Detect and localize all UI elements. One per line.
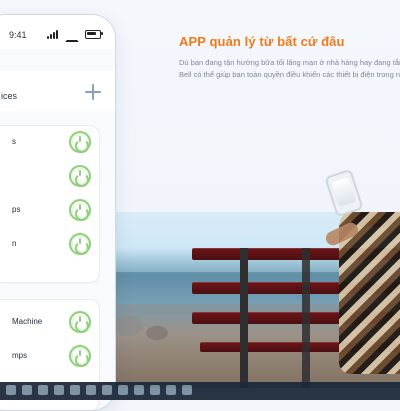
device-row[interactable]: ps [0,194,99,228]
hero-photo [110,212,400,388]
photos-icon[interactable] [102,385,112,395]
file-explorer-icon[interactable] [70,385,80,395]
power-toggle-icon[interactable] [69,311,91,333]
power-toggle-icon[interactable] [69,199,91,221]
terminal-icon[interactable] [182,385,192,395]
bench-leg [240,248,248,388]
add-device-button[interactable] [85,84,101,100]
promo-description-line: Dù bạn đang tận hưởng bữa tối lãng mạn ở… [179,58,400,67]
search-icon[interactable] [22,385,32,395]
status-time: 9:41 [9,30,27,40]
settings-icon[interactable] [134,385,144,395]
phone-mockup: 9:41 ices s ps n Machine mps [0,14,116,411]
power-toggle-icon[interactable] [69,165,91,187]
device-row[interactable]: s [0,126,99,160]
calendar-icon[interactable] [118,385,128,395]
start-icon[interactable] [6,385,16,395]
status-icons [47,28,103,42]
devices-header: ices [0,71,115,111]
device-card: s ps n [0,125,100,283]
device-row-label: Machine [12,317,43,326]
devices-title: ices [1,91,18,101]
device-row[interactable]: mps [0,340,99,374]
woman-sitting [323,212,400,377]
phone-screen [331,176,357,208]
taskbar [0,382,400,400]
taskbar-icons [0,385,400,397]
promo-description-line: Bell có thể giúp bạn toàn quyền điều khi… [179,70,400,79]
rock [146,326,168,340]
chrome-icon[interactable] [38,385,48,395]
wifi-icon [65,30,79,42]
power-toggle-icon[interactable] [69,131,91,153]
promo-description: Dù bạn đang tận hưởng bữa tối lãng mạn ở… [179,57,400,81]
edge-icon[interactable] [54,385,64,395]
device-row-label: n [12,239,17,248]
device-row-label: s [12,137,16,146]
device-row[interactable]: Machine [0,306,99,340]
store-icon[interactable] [86,385,96,395]
status-bar: 9:41 [0,15,115,49]
power-toggle-icon[interactable] [69,233,91,255]
signal-icon [47,29,59,39]
teams-icon[interactable] [166,385,176,395]
promo-title: APP quản lý từ bất cứ đâu [179,34,345,49]
device-row[interactable]: n [0,228,99,262]
device-row-label: mps [12,351,28,360]
bench-leg [302,248,310,388]
device-row-label: ps [12,205,21,214]
rock [112,316,142,336]
battery-icon [85,29,103,39]
device-row[interactable] [0,160,99,194]
power-toggle-icon[interactable] [69,345,91,367]
mail-icon[interactable] [150,385,160,395]
